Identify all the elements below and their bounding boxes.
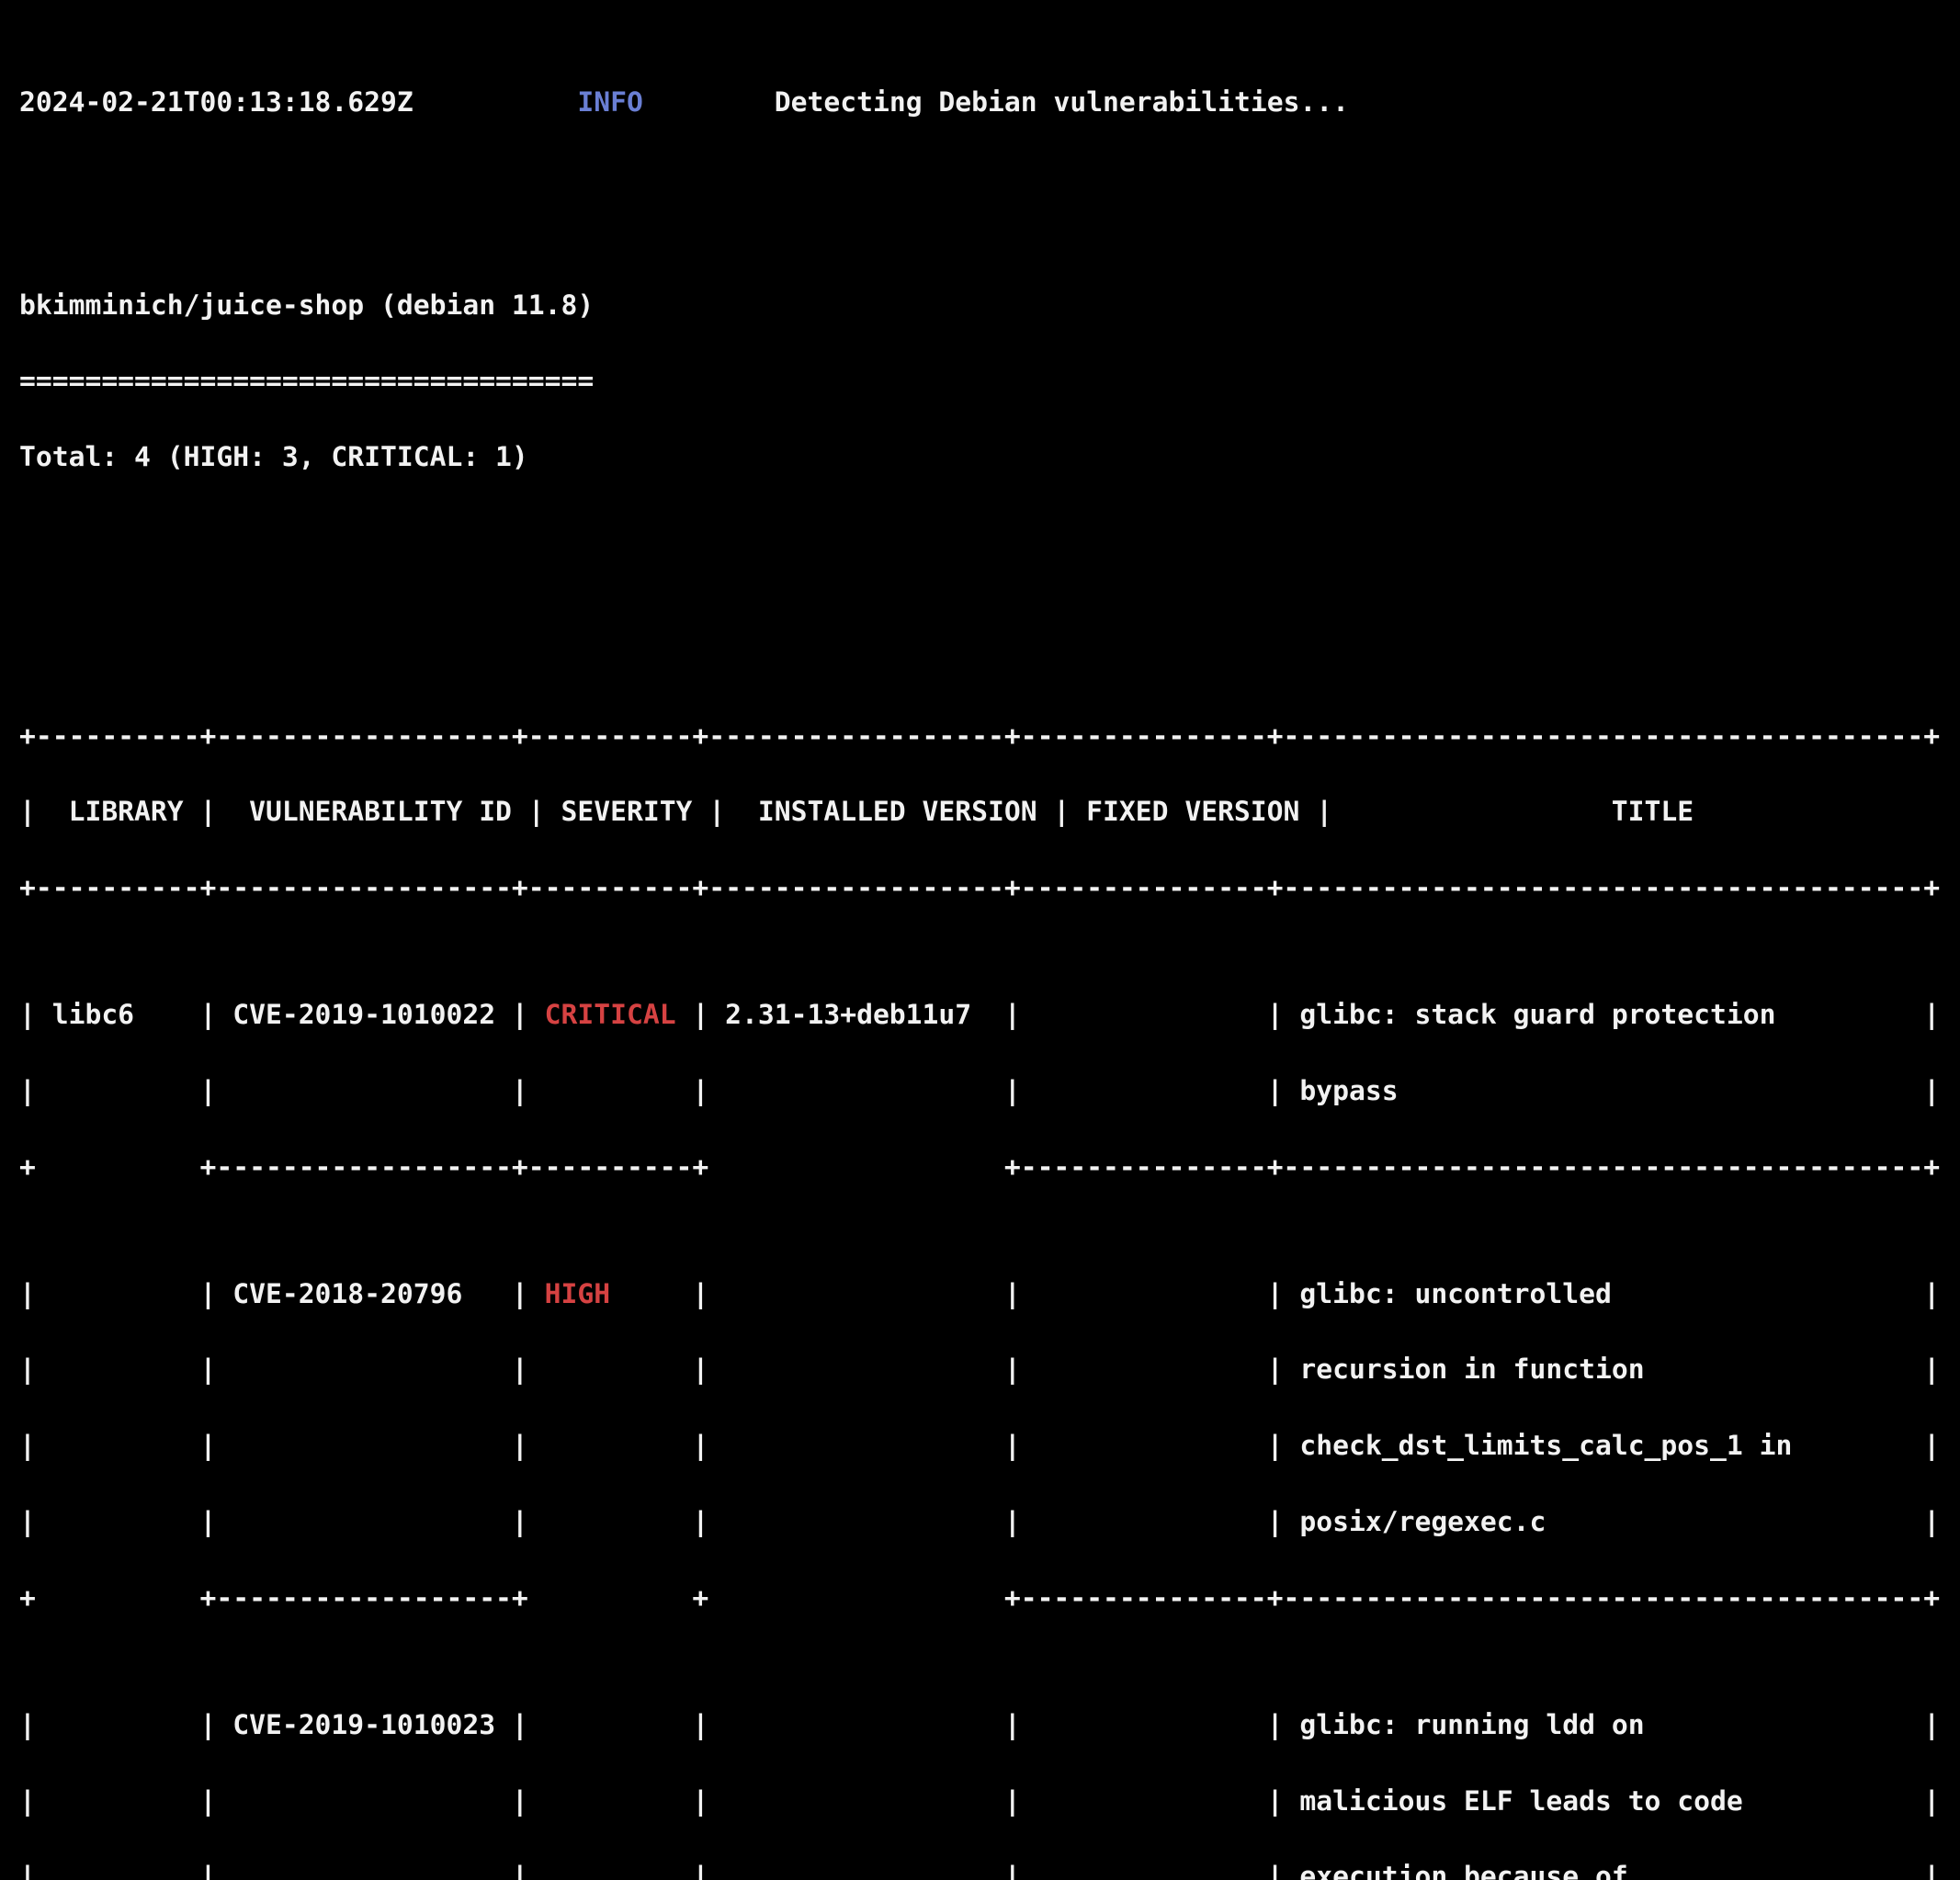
log-message: Detecting Debian vulnerabilities...: [774, 85, 1350, 118]
report-summary: Total: 4 (HIGH: 3, CRITICAL: 1): [19, 440, 528, 473]
row-cells-post: | | | posix/regexec.c |: [675, 1505, 1941, 1538]
row-cells-pre: | | |: [19, 1353, 545, 1386]
row-cells-post: | | | glibc: running ldd on |: [675, 1707, 1941, 1740]
row-cells-pre: | | |: [19, 1073, 545, 1106]
row-cells-post: | | | bypass |: [675, 1073, 1941, 1106]
row-cells-post: | | | recursion in function |: [675, 1353, 1941, 1386]
log-level: INFO: [577, 85, 643, 118]
table-row-cont: | | | | | | bypass |: [19, 1077, 1960, 1104]
row-cells-post: | | | malicious ELF leads to code |: [675, 1784, 1941, 1817]
row-cells-pre: | | CVE-2019-1010023 |: [19, 1707, 545, 1740]
severity-badge-blank: [545, 1784, 676, 1817]
log-spacer-1: [414, 85, 578, 118]
severity-badge-blank: [545, 1429, 676, 1461]
report-underline: ===================================: [19, 364, 595, 397]
severity-badge: CRITICAL: [544, 998, 676, 1031]
row-cells-pre: | libc6 | CVE-2019-1010022 |: [19, 998, 545, 1031]
row-cells-post: | | | glibc: uncontrolled |: [675, 1276, 1941, 1309]
table-border-top: +----------+------------------+---------…: [19, 719, 1941, 752]
log-spacer-2: [643, 85, 775, 118]
row-cells-post: | | | check_dst_limits_calc_pos_1 in |: [675, 1429, 1941, 1462]
table-border-row1-sep: + +------------------+----------+ +-----…: [19, 1150, 1941, 1183]
log-line: 2024-02-21T00:13:18.629Z INFO Detecting …: [19, 87, 1960, 115]
table-row: | | CVE-2018-20796 | HIGH | | | glibc: u…: [19, 1279, 1960, 1307]
table-row: | | CVE-2019-1010023 | | | | glibc: runn…: [19, 1710, 1960, 1738]
severity-badge: HIGH: [544, 1276, 676, 1309]
severity-badge-blank: [545, 1505, 676, 1537]
severity-badge-blank: [545, 1074, 676, 1106]
table-row: | libc6 | CVE-2019-1010022 | CRITICAL | …: [19, 1001, 1960, 1028]
row-cells-pre: | | |: [19, 1429, 545, 1462]
severity-badge: [545, 1708, 676, 1740]
row-cells-pre: | | |: [19, 1784, 545, 1817]
table-row-cont: | | | | | | posix/regexec.c |: [19, 1508, 1960, 1535]
row-cells-pre: | | |: [19, 1505, 545, 1538]
log-timestamp: 2024-02-21T00:13:18.629Z: [19, 85, 414, 118]
table-header-row: | LIBRARY | VULNERABILITY ID | SEVERITY …: [19, 795, 1960, 828]
row-cells-post: | 2.31-13+deb11u7 | | glibc: stack guard…: [675, 998, 1941, 1031]
terminal-output: 2024-02-21T00:13:18.629Z INFO Detecting …: [0, 0, 1960, 1880]
row-cells-post: | | | execution because of... |: [675, 1860, 1941, 1880]
report-target: bkimminich/juice-shop (debian 11.8): [19, 288, 595, 321]
table-row-cont: | | | | | | malicious ELF leads to code …: [19, 1786, 1960, 1814]
table-border-row2-sep: + +------------------+ + +--------------…: [19, 1580, 1941, 1614]
row-cells-pre: | | |: [19, 1860, 545, 1880]
table-row-cont: | | | | | | recursion in function |: [19, 1353, 1960, 1386]
table-row-cont: | | | | | | execution because of... |: [19, 1863, 1960, 1880]
table-row-cont: | | | | | | check_dst_limits_calc_pos_1 …: [19, 1432, 1960, 1459]
row-cells-pre: | | CVE-2018-20796 |: [19, 1276, 545, 1309]
severity-badge-blank: [545, 1860, 676, 1880]
table-border-header-sep: +----------+------------------+---------…: [19, 871, 1941, 904]
severity-badge-blank: [545, 1353, 676, 1385]
